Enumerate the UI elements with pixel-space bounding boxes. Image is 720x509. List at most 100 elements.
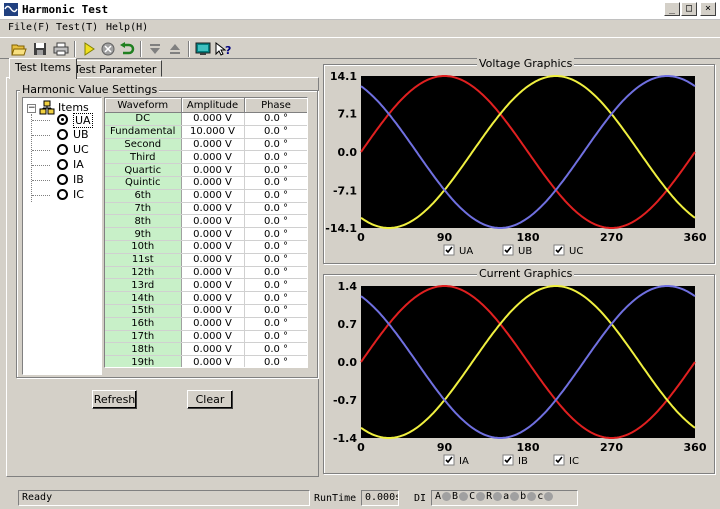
amplitude-cell[interactable]: 0.000 V [181, 304, 245, 318]
table-row[interactable]: Third 0.000 V 0.0 ° [105, 150, 307, 165]
tree-item-ia[interactable]: IA [73, 158, 84, 171]
amplitude-cell[interactable]: 0.000 V [181, 278, 245, 293]
amplitude-cell[interactable]: 10.000 V [181, 125, 245, 139]
tree-radio-uc[interactable] [57, 144, 68, 155]
legend-ic[interactable]: IC [553, 454, 579, 467]
help-icon[interactable]: ? [214, 40, 232, 58]
phase-cell[interactable]: 0.0 ° [244, 266, 307, 280]
table-row[interactable]: Quartic 0.000 V 0.0 ° [105, 163, 307, 177]
amplitude-cell[interactable]: 0.000 V [181, 240, 245, 254]
amplitude-cell[interactable]: 0.000 V [181, 342, 245, 357]
table-row[interactable]: 15th 0.000 V 0.0 ° [105, 304, 307, 318]
tab-test-items[interactable]: Test Items [9, 58, 77, 79]
table-row[interactable]: 8th 0.000 V 0.0 ° [105, 214, 307, 229]
amplitude-cell[interactable]: 0.000 V [181, 112, 245, 126]
phase-cell[interactable]: 0.0 ° [244, 291, 307, 305]
phase-cell[interactable]: 0.0 ° [244, 125, 307, 139]
column-header-phase[interactable]: Phase [244, 98, 307, 113]
legend-ub[interactable]: UB [502, 244, 532, 257]
tree-item-uc[interactable]: UC [73, 143, 89, 156]
phase-cell[interactable]: 0.0 ° [244, 355, 307, 367]
legend-uc[interactable]: UC [553, 244, 583, 257]
undo-icon[interactable] [118, 40, 136, 58]
phase-cell[interactable]: 0.0 ° [244, 317, 307, 331]
table-row[interactable]: 10th 0.000 V 0.0 ° [105, 240, 307, 254]
minimize-button[interactable]: _ [664, 2, 680, 16]
close-button[interactable]: × [700, 2, 716, 16]
amplitude-cell[interactable]: 0.000 V [181, 227, 245, 241]
phase-cell[interactable]: 0.0 ° [244, 227, 307, 241]
table-row[interactable]: Second 0.000 V 0.0 ° [105, 138, 307, 152]
phase-cell[interactable]: 0.0 ° [244, 214, 307, 229]
amplitude-cell[interactable]: 0.000 V [181, 176, 245, 190]
tree-radio-ic[interactable] [57, 189, 68, 200]
screen-icon[interactable] [194, 40, 212, 58]
maximize-button[interactable]: □ [681, 2, 697, 16]
phase-cell[interactable]: 0.0 ° [244, 138, 307, 152]
amplitude-cell[interactable]: 0.000 V [181, 330, 245, 344]
tree-radio-ib[interactable] [57, 174, 68, 185]
amplitude-cell[interactable]: 0.000 V [181, 163, 245, 177]
amplitude-cell[interactable]: 0.000 V [181, 189, 245, 203]
amplitude-cell[interactable]: 0.000 V [181, 317, 245, 331]
table-row[interactable]: 7th 0.000 V 0.0 ° [105, 202, 307, 216]
amplitude-cell[interactable]: 0.000 V [181, 150, 245, 165]
table-row[interactable]: 18th 0.000 V 0.0 ° [105, 342, 307, 357]
table-row[interactable]: Fundamental 10.000 V 0.0 ° [105, 125, 307, 139]
phase-cell[interactable]: 0.0 ° [244, 189, 307, 203]
legend-ib[interactable]: IB [502, 454, 528, 467]
table-row[interactable]: 16th 0.000 V 0.0 ° [105, 317, 307, 331]
print-icon[interactable] [52, 40, 70, 58]
tree-radio-ia[interactable] [57, 159, 68, 170]
table-row[interactable]: DC 0.000 V 0.0 ° [105, 112, 307, 126]
amplitude-cell[interactable]: 0.000 V [181, 291, 245, 305]
move-down-icon[interactable] [146, 40, 164, 58]
legend-ua[interactable]: UA [443, 244, 473, 257]
open-icon[interactable] [10, 40, 28, 58]
menu-file[interactable]: File(F) [8, 22, 50, 33]
phase-cell[interactable]: 0.0 ° [244, 304, 307, 318]
tab-test-parameter[interactable]: Test Parameter [68, 60, 163, 77]
phase-cell[interactable]: 0.0 ° [244, 253, 307, 267]
amplitude-cell[interactable]: 0.000 V [181, 138, 245, 152]
table-row[interactable]: 19th 0.000 V 0.0 ° [105, 355, 307, 367]
phase-cell[interactable]: 0.0 ° [244, 342, 307, 357]
amplitude-cell[interactable]: 0.000 V [181, 214, 245, 229]
table-row[interactable]: 9th 0.000 V 0.0 ° [105, 227, 307, 241]
table-row[interactable]: 12th 0.000 V 0.0 ° [105, 266, 307, 280]
tree-item-ib[interactable]: IB [73, 173, 84, 186]
phase-cell[interactable]: 0.0 ° [244, 150, 307, 165]
move-up-icon[interactable] [166, 40, 184, 58]
amplitude-cell[interactable]: 0.000 V [181, 355, 245, 367]
phase-cell[interactable]: 0.0 ° [244, 278, 307, 293]
table-row[interactable]: 11st 0.000 V 0.0 ° [105, 253, 307, 267]
refresh-button[interactable]: Refresh [92, 390, 137, 409]
stop-icon[interactable] [99, 40, 117, 58]
amplitude-cell[interactable]: 0.000 V [181, 253, 245, 267]
menu-help[interactable]: Help(H) [106, 22, 148, 33]
table-row[interactable]: 14th 0.000 V 0.0 ° [105, 291, 307, 305]
tree-item-ub[interactable]: UB [73, 128, 89, 141]
phase-cell[interactable]: 0.0 ° [244, 112, 307, 126]
legend-ia[interactable]: IA [443, 454, 469, 467]
table-row[interactable]: 13rd 0.000 V 0.0 ° [105, 278, 307, 293]
amplitude-cell[interactable]: 0.000 V [181, 202, 245, 216]
column-header-amplitude[interactable]: Amplitude [181, 98, 245, 113]
phase-cell[interactable]: 0.0 ° [244, 202, 307, 216]
tree-radio-ua[interactable] [57, 114, 68, 125]
table-row[interactable]: 17th 0.000 V 0.0 ° [105, 330, 307, 344]
run-icon[interactable] [80, 40, 98, 58]
phase-cell[interactable]: 0.0 ° [244, 163, 307, 177]
table-row[interactable]: Quintic 0.000 V 0.0 ° [105, 176, 307, 190]
phase-cell[interactable]: 0.0 ° [244, 176, 307, 190]
collapse-icon[interactable]: − [27, 104, 36, 113]
table-row[interactable]: 6th 0.000 V 0.0 ° [105, 189, 307, 203]
amplitude-cell[interactable]: 0.000 V [181, 266, 245, 280]
menu-test[interactable]: Test(T) [56, 22, 98, 33]
tree-radio-ub[interactable] [57, 129, 68, 140]
tree-item-ua[interactable]: UA [73, 113, 93, 128]
phase-cell[interactable]: 0.0 ° [244, 240, 307, 254]
save-icon[interactable] [31, 40, 49, 58]
tree-item-ic[interactable]: IC [73, 188, 84, 201]
clear-button[interactable]: Clear [187, 390, 233, 409]
